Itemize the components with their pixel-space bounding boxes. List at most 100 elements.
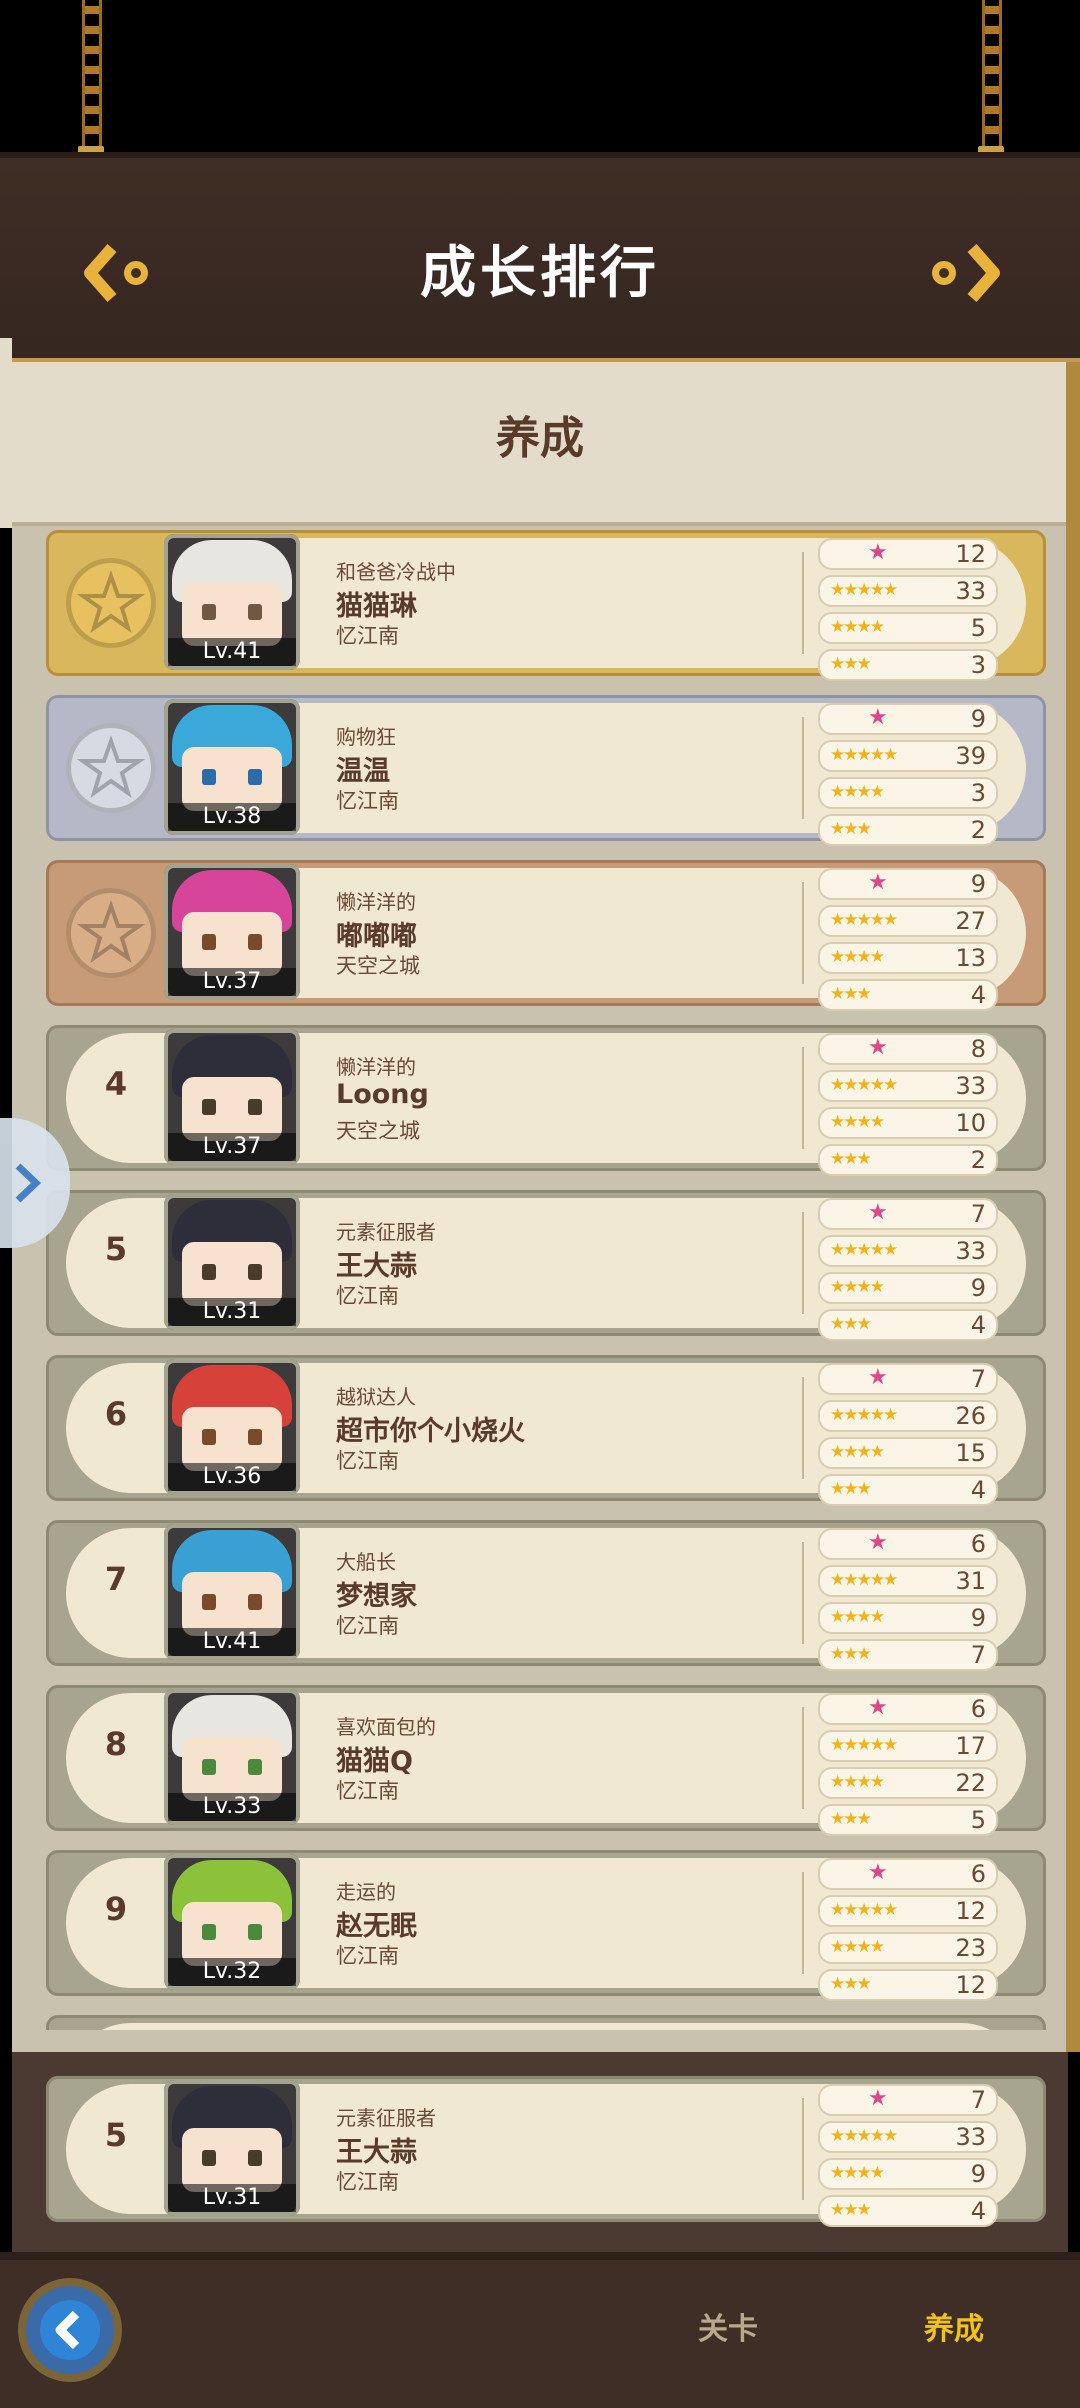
star-count-pill: ★★★★★ 33: [818, 575, 998, 607]
avatar[interactable]: Lv.31: [164, 1194, 300, 1330]
star-count: 33: [955, 2123, 986, 2151]
star-count: 6: [970, 1695, 986, 1723]
server-name: 忆江南: [336, 1449, 399, 1473]
pink-star-icon: ★: [868, 1530, 888, 1555]
pink-star-icon: ★: [868, 705, 888, 730]
pink-star-icon: ★: [868, 1035, 888, 1060]
star-count-pill: ★★★ 4: [818, 1474, 998, 1506]
star-count-pill: ★ 8: [818, 1033, 998, 1065]
right-arrow-gear-icon: [932, 244, 1000, 302]
star-stats: ★ 9 ★★★★★ 27 ★★★★ 13 ★★★ 4: [818, 868, 998, 1016]
next-button[interactable]: [920, 238, 1010, 308]
level-badge: Lv.41: [168, 1628, 296, 1656]
star-icon: ★★★★★: [830, 745, 898, 765]
player-name: 王大蒜: [336, 1251, 417, 1282]
ranking-row[interactable]: Lv.37 懒洋洋的 嘟嘟嘟 天空之城 ★ 9 ★★★★★ 27 ★★★★ 13…: [46, 860, 1046, 1011]
star-count: 6: [970, 1860, 986, 1888]
avatar[interactable]: Lv.33: [164, 1689, 300, 1825]
ranking-row[interactable]: Lv.38 购物狂 温温 忆江南 ★ 9 ★★★★★ 39 ★★★★ 3 ★★★…: [46, 695, 1046, 846]
ranking-row[interactable]: 4 Lv.37 懒洋洋的 Loong 天空之城 ★ 8 ★★★★★ 33 ★★★…: [46, 1025, 1046, 1176]
row-divider: [802, 1542, 804, 1644]
star-icon: ★★★★: [830, 1607, 885, 1627]
star-count-pill: ★ 6: [818, 1858, 998, 1890]
avatar[interactable]: Lv.32: [164, 1854, 300, 1990]
row-divider: [802, 1047, 804, 1149]
star-icon: ★★★★: [830, 1112, 885, 1132]
pink-star-icon: ★: [868, 1860, 888, 1885]
avatar[interactable]: Lv.37: [164, 1029, 300, 1165]
star-stats: ★ 12 ★★★★★ 33 ★★★★ 5 ★★★ 3: [818, 538, 998, 686]
back-button[interactable]: [26, 2286, 114, 2374]
avatar-face: [182, 747, 282, 811]
ranking-row[interactable]: 5 Lv.31 元素征服者 王大蒜 忆江南 ★ 7 ★★★★★ 33 ★★★★ …: [46, 1190, 1046, 1341]
player-name: 梦想家: [336, 1581, 417, 1612]
avatar[interactable]: Lv.41: [164, 1524, 300, 1660]
star-count: 4: [970, 2197, 986, 2225]
avatar-eye: [202, 1099, 216, 1115]
ranking-row-partial[interactable]: [46, 2015, 1046, 2030]
avatar[interactable]: Lv.41: [164, 534, 300, 670]
star-count: 4: [970, 1476, 986, 1504]
avatar-eye: [248, 1429, 262, 1445]
star-count: 7: [970, 2086, 986, 2114]
ranking-row[interactable]: 8 Lv.33 喜欢面包的 猫猫Q 忆江南 ★ 6 ★★★★★ 17 ★★★★ …: [46, 1685, 1046, 1836]
avatar-eye: [202, 1429, 216, 1445]
avatar-face: [182, 1902, 282, 1966]
avatar[interactable]: Lv.36: [164, 1359, 300, 1495]
star-count-pill: ★★★ 3: [818, 649, 998, 681]
avatar[interactable]: Lv.31: [164, 2080, 300, 2216]
ranking-row[interactable]: Lv.41 和爸爸冷战中 猫猫琳 忆江南 ★ 12 ★★★★★ 33 ★★★★ …: [46, 530, 1046, 681]
star-icon: ★★★★★: [830, 1075, 898, 1095]
level-badge: Lv.37: [168, 1133, 296, 1161]
star-stats: ★ 7 ★★★★★ 33 ★★★★ 9 ★★★ 4: [818, 2084, 998, 2232]
tab-stage[interactable]: 关卡: [698, 2304, 758, 2348]
player-name: 猫猫Q: [336, 1746, 413, 1777]
star-count: 7: [970, 1641, 986, 1669]
star-icon: ★★★★: [830, 1772, 885, 1792]
star-count: 7: [970, 1365, 986, 1393]
ranking-row[interactable]: 5 Lv.31 元素征服者 王大蒜 忆江南 ★ 7 ★★★★★ 33 ★★★★ …: [46, 2076, 1046, 2227]
avatar-eye: [202, 1594, 216, 1610]
expand-side-button[interactable]: [0, 1118, 70, 1248]
avatar-eye: [202, 2150, 216, 2166]
ranking-row[interactable]: 6 Lv.36 越狱达人 超市你个小烧火 忆江南 ★ 7 ★★★★★ 26 ★★…: [46, 1355, 1046, 1506]
star-count: 13: [955, 944, 986, 972]
server-name: 忆江南: [336, 1284, 399, 1308]
player-title: 走运的: [336, 1880, 396, 1904]
row-divider: [802, 1872, 804, 1974]
star-count: 3: [970, 651, 986, 679]
star-count-pill: ★★★★ 3: [818, 777, 998, 809]
star-count-pill: ★★★★★ 26: [818, 1400, 998, 1432]
player-title: 越狱达人: [336, 1385, 416, 1409]
star-count: 7: [970, 1200, 986, 1228]
avatar-eye: [248, 1924, 262, 1940]
level-badge: Lv.31: [168, 2184, 296, 2212]
avatar-face: [182, 912, 282, 976]
row-divider: [802, 1707, 804, 1809]
star-count: 9: [970, 705, 986, 733]
star-count: 5: [970, 614, 986, 642]
tab-cultivate[interactable]: 养成: [924, 2304, 984, 2348]
star-count-pill: ★ 7: [818, 1363, 998, 1395]
ranking-list[interactable]: Lv.41 和爸爸冷战中 猫猫琳 忆江南 ★ 12 ★★★★★ 33 ★★★★ …: [12, 530, 1068, 2030]
star-count-pill: ★★★★★ 31: [818, 1565, 998, 1597]
avatar-face: [182, 582, 282, 646]
star-icon: ★★★★: [830, 1442, 885, 1462]
star-icon: ★★★★★: [830, 1240, 898, 1260]
player-title: 元素征服者: [336, 1220, 436, 1244]
star-count-pill: ★★★ 4: [818, 1309, 998, 1341]
star-count: 12: [955, 1971, 986, 1999]
server-name: 忆江南: [336, 624, 399, 648]
rank-number: 8: [104, 1725, 128, 1763]
star-stats: ★ 7 ★★★★★ 26 ★★★★ 15 ★★★ 4: [818, 1363, 998, 1511]
expand-icon: [15, 1163, 42, 1203]
avatar[interactable]: Lv.37: [164, 864, 300, 1000]
ranking-row[interactable]: 9 Lv.32 走运的 赵无眠 忆江南 ★ 6 ★★★★★ 12 ★★★★ 23…: [46, 1850, 1046, 2001]
ranking-row[interactable]: 7 Lv.41 大船长 梦想家 忆江南 ★ 6 ★★★★★ 31 ★★★★ 9 …: [46, 1520, 1046, 1671]
pink-star-icon: ★: [868, 870, 888, 895]
star-icon: ★★★★★: [830, 1900, 898, 1920]
star-count: 12: [955, 540, 986, 568]
star-stats: ★ 6 ★★★★★ 31 ★★★★ 9 ★★★ 7: [818, 1528, 998, 1676]
player-title: 购物狂: [336, 725, 396, 749]
avatar[interactable]: Lv.38: [164, 699, 300, 835]
